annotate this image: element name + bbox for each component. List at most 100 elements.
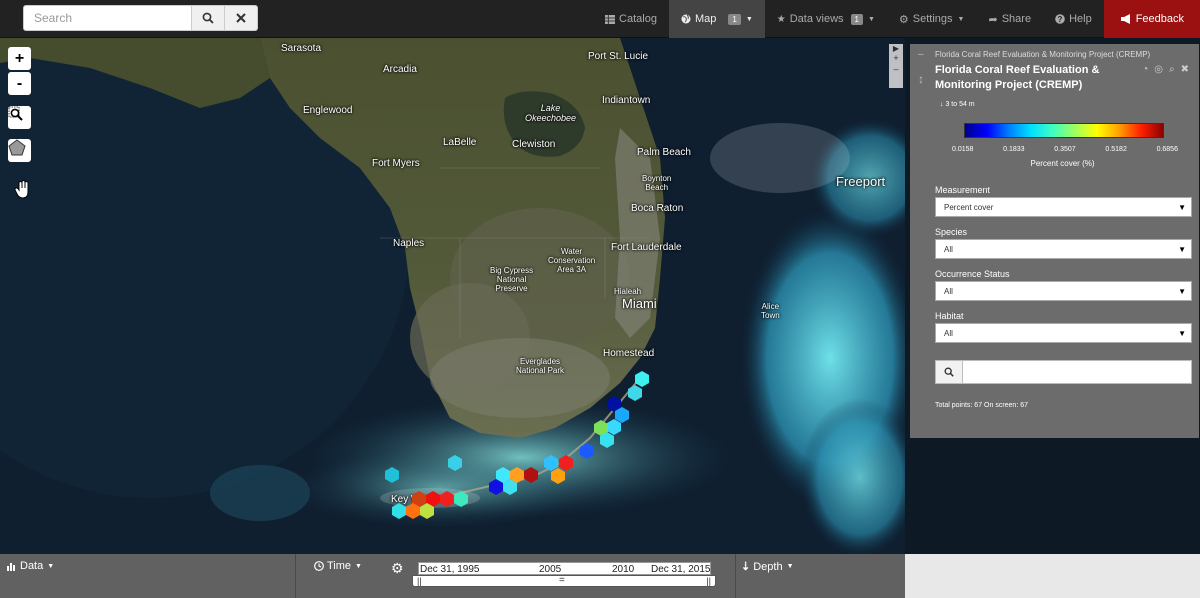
bullhorn-icon xyxy=(1120,14,1130,24)
occurrence-status-label: Occurrence Status xyxy=(935,269,1010,279)
nav-share-label: Share xyxy=(1001,13,1032,25)
timeline-end: Dec 31, 2015 xyxy=(651,564,711,575)
gear-icon: ⚙ xyxy=(898,13,909,26)
time-menu-label: Time xyxy=(327,560,352,572)
habitat-select[interactable]: All ▼ xyxy=(935,323,1192,343)
data-section: Data ▼ xyxy=(0,554,296,598)
bottom-right-empty xyxy=(905,554,1200,598)
clock-icon xyxy=(314,561,324,571)
timeline-tick-2010: 2010 xyxy=(612,564,635,575)
species-select[interactable]: All ▼ xyxy=(935,239,1192,259)
measurement-label: Measurement xyxy=(935,185,991,195)
drag-grip-icon: = xyxy=(559,575,565,586)
globe-icon xyxy=(681,14,691,24)
timeline-start: Dec 31, 1995 xyxy=(420,564,480,575)
habitat-label: Habitat xyxy=(935,311,964,321)
clear-search-button[interactable] xyxy=(225,5,258,31)
species-value: All xyxy=(944,245,953,254)
nav-menu: Catalog Map 1 ▼ ★ Data views 1 ▼ ⚙ Setti… xyxy=(593,0,1200,38)
depth-range-text: 3 to 54 m xyxy=(945,101,975,108)
search-button[interactable] xyxy=(192,5,225,31)
data-menu-label: Data xyxy=(20,560,44,572)
colorbar-ticks: 0.0158 0.1833 0.3507 0.5182 0.6856 xyxy=(952,146,1178,153)
map-view[interactable]: Sarasota Port St. Lucie Arcadia Indianto… xyxy=(0,38,905,554)
top-navbar: Catalog Map 1 ▼ ★ Data views 1 ▼ ⚙ Setti… xyxy=(0,0,1200,38)
measurement-select[interactable]: Percent cover ▼ xyxy=(935,197,1192,217)
nav-catalog[interactable]: Catalog xyxy=(593,0,669,38)
time-slider-range-handle[interactable]: || = || xyxy=(412,575,716,587)
depth-sort-icon: ↓ xyxy=(940,101,944,108)
zoom-to-layer-icon[interactable]: ⌕ xyxy=(1169,64,1175,75)
colorbar-tick: 0.6856 xyxy=(1156,146,1178,153)
search-group xyxy=(23,5,258,31)
nav-map-label: Map xyxy=(694,13,717,25)
chevron-down-icon: ▼ xyxy=(957,15,965,23)
depth-menu-label: Depth xyxy=(753,560,783,573)
search-icon xyxy=(202,12,214,24)
nav-feedback-label: Feedback xyxy=(1135,13,1184,25)
close-icon xyxy=(236,13,246,23)
nav-share[interactable]: ➦ Share xyxy=(976,0,1043,38)
time-slider[interactable]: Dec 31, 1995 2005 2010 Dec 31, 2015 || =… xyxy=(412,558,716,594)
nav-data-views-label: Data views xyxy=(789,13,844,25)
colorbar-tick: 0.3507 xyxy=(1054,146,1076,153)
chevron-down-icon: ▼ xyxy=(1178,245,1186,254)
panel-title: Florida Coral Reef Evaluation & Monitori… xyxy=(935,64,1100,91)
app-root: Catalog Map 1 ▼ ★ Data views 1 ▼ ⚙ Setti… xyxy=(0,0,1200,598)
time-settings-icon[interactable]: ⚙ xyxy=(391,560,404,577)
colorbar-label: Percent cover (%) xyxy=(1030,159,1095,168)
panel-layer-name: Florida Coral Reef Evaluation & Monitori… xyxy=(935,50,1151,59)
data-views-count-badge: 1 xyxy=(850,13,863,25)
colorbar-tick: 0.5182 xyxy=(1105,146,1127,153)
depth-range: ↓ 3 to 54 m xyxy=(940,101,975,108)
visibility-icon[interactable]: ◔ xyxy=(1142,64,1148,75)
colorbar-tick: 0.0158 xyxy=(952,146,974,153)
drag-handle-icon[interactable]: ↕ xyxy=(918,72,924,86)
nav-data-views[interactable]: ★ Data views 1 ▼ xyxy=(765,0,887,38)
habitat-value: All xyxy=(944,329,953,338)
layer-details-panel: – ↕ Florida Coral Reef Evaluation & Moni… xyxy=(910,44,1199,438)
close-icon[interactable]: ✖ xyxy=(1181,64,1189,75)
points-count: Total points: 67 On screen: 67 xyxy=(935,402,1028,409)
data-menu-button[interactable]: Data ▼ xyxy=(7,560,54,572)
chevron-down-icon: ▼ xyxy=(47,562,55,570)
depth-menu-button[interactable]: ⇣ Depth ▼ xyxy=(741,560,794,574)
chevron-down-icon: ▼ xyxy=(1178,329,1186,338)
panel-search-button[interactable] xyxy=(935,360,963,384)
nav-help-label: Help xyxy=(1069,13,1092,25)
drag-handle-right-icon: || xyxy=(706,576,711,586)
share-icon: ➦ xyxy=(988,13,998,26)
focus-icon[interactable]: ◎ xyxy=(1154,64,1163,75)
panel-search-input[interactable] xyxy=(963,360,1192,384)
chevron-down-icon: ▼ xyxy=(745,15,753,23)
depth-sort-icon: ⇣ xyxy=(741,561,751,573)
time-menu-button[interactable]: Time ▼ xyxy=(314,560,362,572)
nav-feedback[interactable]: Feedback xyxy=(1103,0,1200,38)
chevron-down-icon: ▼ xyxy=(355,562,362,570)
help-icon: ? xyxy=(1055,14,1065,24)
measurement-value: Percent cover xyxy=(944,203,994,212)
svg-text:?: ? xyxy=(1058,15,1063,24)
colorbar-tick: 0.1833 xyxy=(1003,146,1025,153)
occurrence-status-value: All xyxy=(944,287,953,296)
collapse-panel-icon[interactable]: – xyxy=(918,49,924,60)
table-icon xyxy=(605,14,616,24)
coral-site-markers xyxy=(385,371,649,519)
timeline-tick-2005: 2005 xyxy=(539,564,562,575)
chevron-down-icon: ▼ xyxy=(867,15,875,23)
search-input[interactable] xyxy=(23,5,192,31)
drag-handle-left-icon: || xyxy=(417,576,422,586)
nav-catalog-label: Catalog xyxy=(619,13,657,25)
nav-map[interactable]: Map 1 ▼ xyxy=(668,0,765,38)
star-icon: ★ xyxy=(776,13,786,25)
nav-help[interactable]: ? Help xyxy=(1043,0,1104,38)
chevron-down-icon: ▼ xyxy=(786,563,794,570)
species-label: Species xyxy=(935,227,968,237)
occurrence-status-select[interactable]: All ▼ xyxy=(935,281,1192,301)
colorbar xyxy=(964,123,1164,138)
nav-settings[interactable]: ⚙ Settings ▼ xyxy=(887,0,977,38)
chevron-down-icon: ▼ xyxy=(1178,203,1186,212)
nav-settings-label: Settings xyxy=(912,13,953,25)
bar-chart-icon xyxy=(7,562,15,571)
panel-action-icons: ◔ ◎ ⌕ ✖ xyxy=(1142,64,1189,75)
